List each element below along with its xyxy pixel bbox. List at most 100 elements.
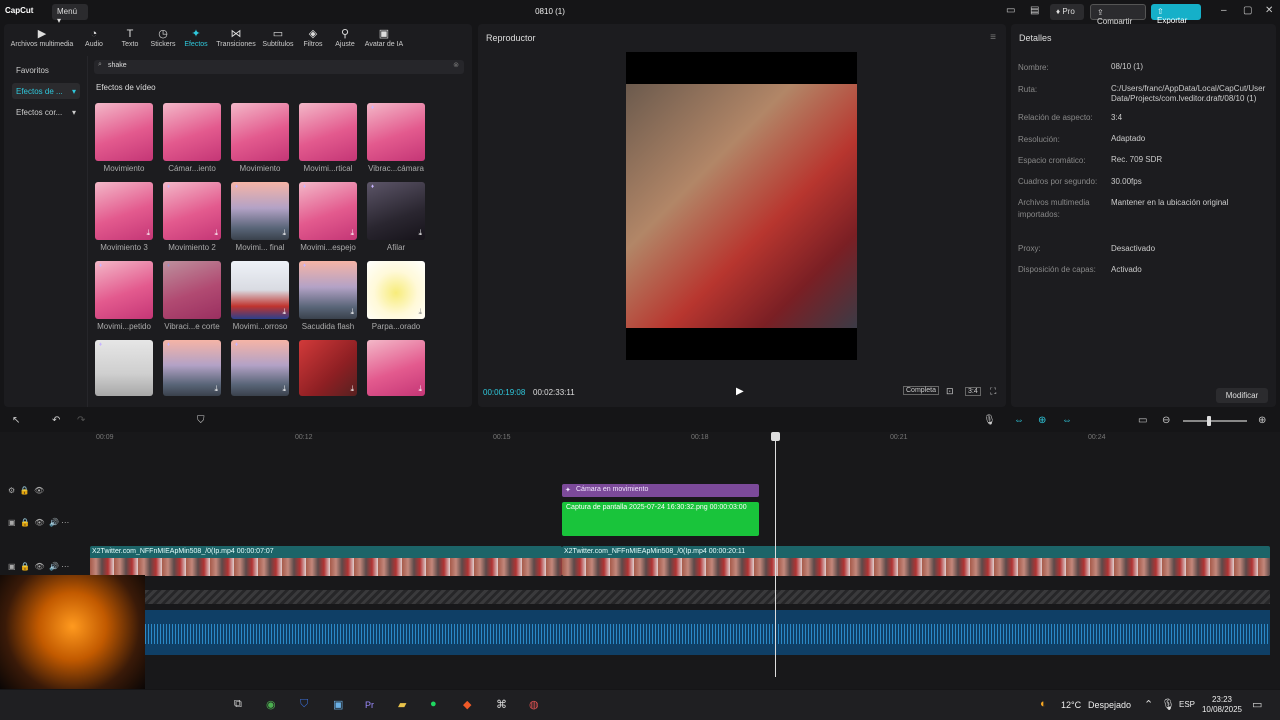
photos-icon[interactable]: ▣ <box>333 698 343 711</box>
undo-icon[interactable]: ↶ <box>52 415 60 426</box>
language-indicator[interactable]: ESP <box>1179 700 1195 709</box>
close-icon[interactable]: ✕ <box>1265 5 1273 16</box>
shield-app-icon[interactable]: ⛉ <box>300 698 308 711</box>
zoom-in-icon[interactable]: ⊕ <box>1258 415 1266 426</box>
effect-thumb[interactable]: ♦ ⤓ <box>299 182 357 240</box>
video-clip[interactable]: X2Twitter.com_NFFnMIEApMin508_/0(Ip.mp4 … <box>90 546 562 576</box>
track-controls[interactable]: ⚙ 🔒 👁 <box>8 486 44 495</box>
export-button[interactable]: ⇧ Exportar <box>1151 4 1201 25</box>
folder-icon[interactable]: ▰ <box>398 698 406 711</box>
download-icon[interactable]: ⤓ <box>214 384 218 394</box>
effect-thumb[interactable]: ♦ ⤓ <box>231 182 289 240</box>
clock[interactable]: 23:23 10/08/2025 <box>1200 695 1244 715</box>
play-icon[interactable]: ▶ <box>736 386 744 397</box>
effect-thumb[interactable]: ⤓ <box>299 340 357 396</box>
video-preview[interactable] <box>626 52 857 360</box>
effect-clip[interactable]: ✦ Cámara en movimiento <box>562 484 759 497</box>
effect-thumb[interactable]: ♦ <box>163 261 221 319</box>
track-controls[interactable]: ▣ 🔒 👁 🔊 ⋯ <box>8 562 69 571</box>
tab-transitions[interactable]: ⋈ Transiciones <box>210 28 262 54</box>
zoom-out-icon[interactable]: ⊖ <box>1162 415 1170 426</box>
download-icon[interactable]: ⤓ <box>214 228 218 238</box>
download-icon[interactable]: ⤓ <box>350 228 354 238</box>
microphone-icon[interactable]: 🎙 <box>1161 698 1175 711</box>
clear-icon[interactable]: ⊗ <box>453 61 459 69</box>
timeline[interactable]: 00:09 00:12 00:15 00:18 00:21 00:24 ⚙ 🔒 … <box>0 432 1280 689</box>
search-input[interactable]: ⌕ shake ⊗ <box>94 60 464 74</box>
menu-icon[interactable]: ≡ <box>990 32 996 43</box>
download-icon[interactable]: ⤓ <box>146 228 150 238</box>
download-icon[interactable]: ⤓ <box>350 307 354 317</box>
download-icon[interactable]: ⤓ <box>282 384 286 394</box>
redo-icon[interactable]: ↷ <box>77 415 85 426</box>
search-icon: ⌕ <box>98 61 102 68</box>
brave-icon[interactable]: ◆ <box>463 698 471 711</box>
fullscreen-icon[interactable]: ⛶ <box>990 386 996 397</box>
subnav-body-effects[interactable]: Efectos cor... ▾ <box>12 104 80 120</box>
effect-thumb[interactable]: ♦ <box>95 261 153 319</box>
download-icon[interactable]: ⤓ <box>282 228 286 238</box>
effect-thumb[interactable]: ♦ <box>367 103 425 161</box>
snap-icon[interactable]: ⊕ <box>1038 415 1046 426</box>
spotify-icon[interactable]: ● <box>430 698 437 710</box>
minimize-icon[interactable]: – <box>1221 5 1227 16</box>
image-clip[interactable]: Captura de pantalla 2025-07-24 16:30:32.… <box>562 502 759 536</box>
subnav-favorites[interactable]: Favoritos <box>12 62 80 78</box>
download-icon[interactable]: ⤓ <box>350 384 354 394</box>
effect-thumb[interactable]: ♦ ⤓ <box>163 182 221 240</box>
tab-audio[interactable]: ◔ Audio <box>76 28 112 54</box>
subnav-video-effects[interactable]: Efectos de ... ▾ <box>12 83 80 99</box>
playhead-handle[interactable] <box>771 432 780 441</box>
effect-thumb[interactable]: ♦ ⤓ <box>231 340 289 396</box>
obs-icon[interactable]: ◍ <box>529 698 539 711</box>
task-view-icon[interactable]: ⧉ <box>234 698 242 711</box>
panel-icon[interactable]: ▤ <box>1030 5 1039 16</box>
tab-media[interactable]: ▶ Archivos multimedia <box>6 28 78 54</box>
maximize-icon[interactable]: ▢ <box>1243 5 1252 16</box>
chevron-up-icon[interactable]: ⌃ <box>1144 698 1153 711</box>
capcut-icon[interactable]: ⌘ <box>496 698 507 711</box>
effect-thumb[interactable]: ⤓ <box>367 261 425 319</box>
download-icon[interactable]: ⤓ <box>418 228 422 238</box>
effect-thumb[interactable]: ♦ ⤓ <box>367 182 425 240</box>
crop-icon[interactable]: ⊡ <box>946 386 954 397</box>
notification-icon[interactable]: ▭ <box>1252 698 1262 711</box>
share-button[interactable]: ⇪ Compartir <box>1090 4 1146 26</box>
modify-button[interactable]: Modificar <box>1216 388 1268 403</box>
effect-thumb[interactable]: ♦ ⤓ <box>299 261 357 319</box>
download-icon[interactable]: ⤓ <box>418 384 422 394</box>
menu-button[interactable]: Menú ▾ <box>52 4 88 25</box>
tab-ai-avatar[interactable]: ▣ Avatar de IA <box>356 28 412 54</box>
zoom-slider[interactable] <box>1183 420 1247 422</box>
playhead[interactable] <box>775 432 776 677</box>
link-icon[interactable]: ⇔ <box>1014 415 1024 426</box>
aspect-button[interactable]: 3:4 <box>965 387 981 396</box>
timeline-ruler[interactable]: 00:09 00:12 00:15 00:18 00:21 00:24 <box>90 432 1270 444</box>
premiere-icon[interactable]: Pr <box>365 700 374 710</box>
chrome-icon[interactable]: ◉ <box>266 698 276 711</box>
layout-icon[interactable]: ▭ <box>1006 5 1015 16</box>
track-controls[interactable]: ▣ 🔒 👁 🔊 ⋯ <box>8 518 69 527</box>
ratio-button[interactable]: Completa <box>903 386 939 395</box>
video-clip[interactable]: X2Twitter.com_NFFnMIEApMin508_/0(Ip.mp4 … <box>562 546 1270 576</box>
effect-thumb[interactable]: ⤓ <box>231 261 289 319</box>
effect-thumb[interactable] <box>299 103 357 161</box>
audio-clip[interactable] <box>145 610 1270 655</box>
preview-axis-icon[interactable]: ⇔ <box>1062 415 1072 426</box>
fit-icon[interactable]: ▭ <box>1138 415 1147 426</box>
effect-thumb[interactable] <box>163 103 221 161</box>
effect-thumb[interactable]: ♦ <box>95 340 153 396</box>
effect-thumb[interactable] <box>231 103 289 161</box>
effect-thumb[interactable]: ⤓ <box>367 340 425 396</box>
zoom-slider-handle[interactable] <box>1207 416 1211 426</box>
microphone-icon[interactable]: 🎙 <box>983 415 996 426</box>
shield-icon[interactable]: ⛉ <box>197 415 205 426</box>
effect-thumb[interactable]: ♦ ⤓ <box>163 340 221 396</box>
effect-thumb[interactable]: ⤓ <box>95 182 153 240</box>
select-tool-icon[interactable]: ↖ <box>12 415 20 426</box>
download-icon[interactable]: ⤓ <box>418 307 422 317</box>
download-icon[interactable]: ⤓ <box>282 307 286 317</box>
effect-thumb[interactable] <box>95 103 153 161</box>
pro-gem-icon: ♦ <box>235 342 239 348</box>
pro-button[interactable]: ♦ Pro <box>1050 4 1084 20</box>
